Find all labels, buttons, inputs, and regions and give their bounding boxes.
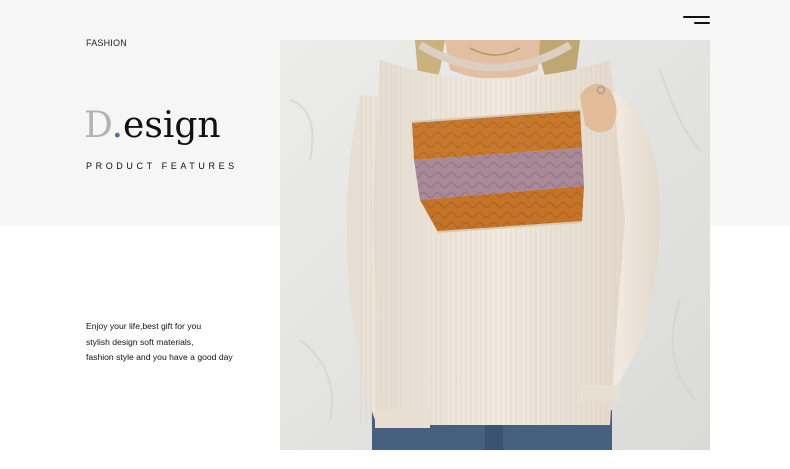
body-copy-line: fashion style and you have a good day (86, 352, 233, 362)
title-rest: esign (123, 105, 221, 146)
body-copy-line: stylish design soft materials, (86, 336, 194, 347)
product-photo (280, 40, 710, 450)
hamburger-menu-icon[interactable] (683, 15, 710, 27)
page-title: D.esign (84, 108, 221, 144)
title-cap: D (84, 105, 112, 146)
body-copy-line: Enjoy your life,best gift for you (86, 321, 202, 331)
title-dot: . (111, 105, 124, 146)
menu-bar-top (683, 16, 710, 18)
body-copy: Enjoy your life,best gift for you stylis… (86, 319, 233, 366)
product-photo-illustration (280, 40, 710, 450)
section-label: FASHION (86, 38, 127, 48)
menu-bar-bottom (694, 22, 710, 24)
page-subtitle: PRODUCT FEATURES (86, 161, 238, 171)
